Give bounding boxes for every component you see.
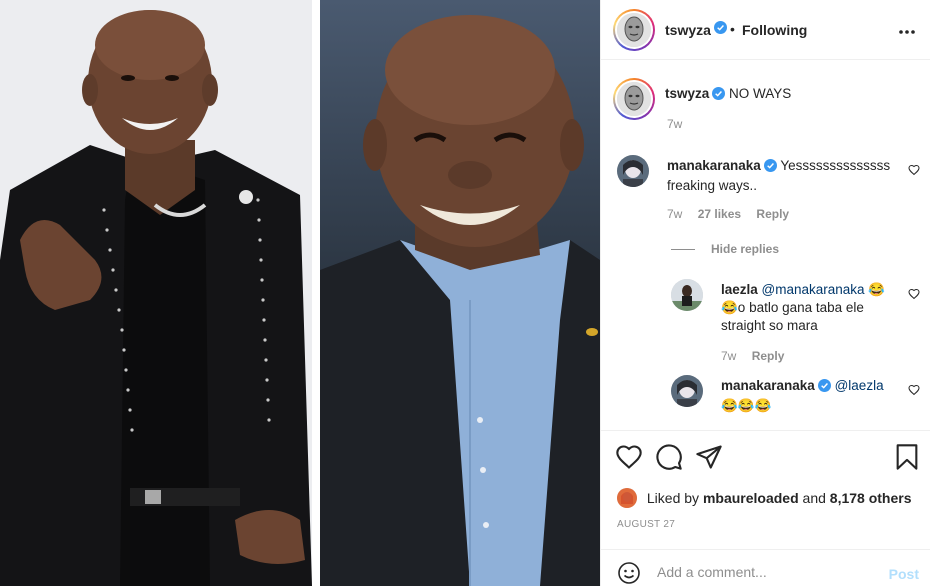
comments-list[interactable]: tswyza NO WAYS 7w manakaranaka Yesssssss…: [601, 61, 930, 429]
header-separator: •: [730, 21, 735, 37]
author-username[interactable]: tswyza: [665, 22, 711, 38]
smiling-man-in-suit-image: [320, 0, 600, 586]
likes-prefix: Liked by: [646, 490, 700, 506]
image-divider: [312, 0, 320, 586]
following-button[interactable]: Following: [742, 22, 807, 38]
caption-time[interactable]: 7w: [667, 117, 682, 131]
comment-text-line2: freaking ways..: [667, 178, 758, 193]
verified-badge-icon: [817, 379, 831, 397]
reply-meta: 7w Reply: [721, 349, 796, 363]
post-header: tswyza • Following: [601, 0, 930, 60]
comment-meta: 7w 27 likes Reply: [667, 207, 801, 221]
man-in-studded-jacket-image: [0, 0, 312, 586]
reply-text-line2: 😂😂😂: [721, 398, 772, 413]
comment-username[interactable]: manakaranaka: [667, 158, 761, 173]
comment-body: manakaranaka Yessssssssssssss freaking w…: [667, 157, 890, 195]
reply-username[interactable]: laezla: [721, 282, 758, 297]
likes-summary: Liked by mbaureloaded and 8,178 others: [617, 488, 912, 508]
reply-body: laezla @manakaranaka 😂 😂o batlo gana tab…: [721, 281, 885, 335]
post-media[interactable]: [0, 0, 600, 586]
reply-text-line3: straight so mara: [721, 318, 818, 333]
more-horizontal-icon[interactable]: [899, 18, 915, 39]
caption-meta: 7w: [667, 117, 694, 131]
commenter-avatar[interactable]: [617, 155, 649, 187]
add-comment-bar: Post: [601, 549, 930, 586]
reply-avatar[interactable]: [671, 375, 703, 407]
reply-like-heart-icon[interactable]: [908, 384, 920, 396]
verified-badge-icon: [714, 21, 727, 37]
bookmark-icon[interactable]: [893, 443, 921, 471]
reply-body: manakaranaka @laezla 😂😂😂: [721, 377, 884, 415]
caption-username[interactable]: tswyza: [665, 86, 709, 101]
photo-left: [0, 0, 312, 586]
post-side-panel: tswyza • Following tswyza NO WAYS 7w man…: [600, 0, 930, 586]
likes-and: and: [802, 490, 826, 506]
author-avatar[interactable]: [613, 9, 655, 51]
comment-like-heart-icon[interactable]: [908, 164, 920, 176]
comment-reply-button[interactable]: Reply: [756, 207, 789, 221]
reply-username[interactable]: manakaranaka: [721, 378, 815, 393]
comment-likes[interactable]: 27 likes: [698, 207, 741, 221]
reply-reply-button[interactable]: Reply: [752, 349, 785, 363]
liker-username[interactable]: mbaureloaded: [703, 490, 799, 506]
comment-input[interactable]: [657, 564, 877, 580]
likes-count[interactable]: 8,178 others: [830, 490, 912, 506]
reply-text-line2: 😂o batlo gana taba ele: [721, 300, 864, 315]
post-date[interactable]: AUGUST 27: [617, 519, 675, 530]
post-actions: Liked by mbaureloaded and 8,178 others A…: [601, 430, 930, 550]
caption: tswyza NO WAYS: [665, 85, 791, 105]
comment-text: Yessssssssssssss: [780, 158, 891, 173]
post-comment-button[interactable]: Post: [889, 566, 919, 582]
photo-right: [320, 0, 600, 586]
verified-badge-icon: [712, 87, 726, 105]
smiley-icon[interactable]: [617, 561, 641, 585]
send-icon[interactable]: [695, 443, 723, 471]
reply-emoji: 😂: [868, 282, 886, 297]
verified-badge-icon: [763, 159, 777, 177]
reply-mention[interactable]: @laezla: [835, 378, 884, 393]
heart-icon[interactable]: [615, 443, 643, 471]
reply-avatar[interactable]: [671, 279, 703, 311]
comment-icon[interactable]: [655, 443, 683, 471]
liker-avatar[interactable]: [617, 488, 637, 508]
caption-text: NO WAYS: [729, 86, 792, 101]
hide-replies-line: [671, 249, 695, 250]
comment-time[interactable]: 7w: [667, 207, 682, 221]
caption-author-avatar[interactable]: [613, 78, 655, 120]
reply-time[interactable]: 7w: [721, 349, 736, 363]
reply-like-heart-icon[interactable]: [908, 288, 920, 300]
hide-replies-button[interactable]: Hide replies: [711, 242, 779, 256]
reply-mention[interactable]: @manakaranaka: [762, 282, 865, 297]
